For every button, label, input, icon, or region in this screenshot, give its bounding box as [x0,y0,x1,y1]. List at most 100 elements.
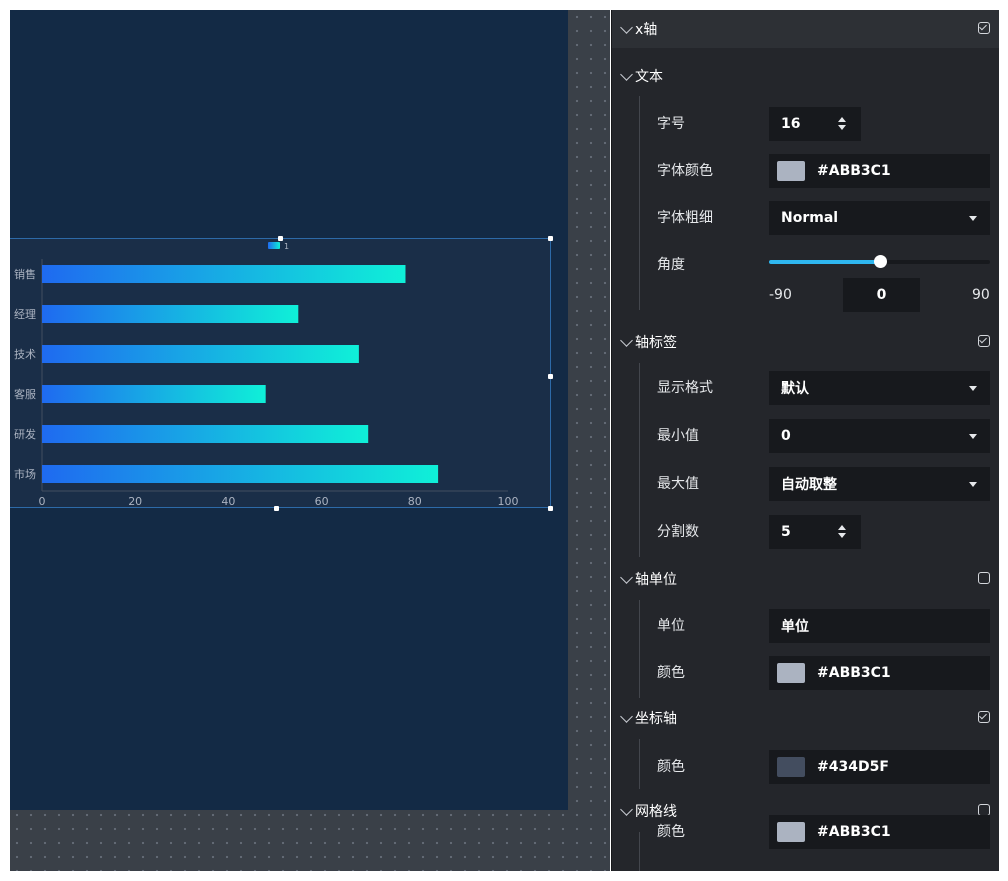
editor-canvas[interactable]: 1 销售 经理 技术 客服 研发 市场 0 20 40 60 80 100 [10,10,610,871]
category-label: 研发 [14,427,36,441]
font-color-value: #ABB3C1 [817,163,891,179]
chevron-down-icon [620,709,633,723]
unit-value: 单位 [781,619,809,635]
bar-4 [42,385,266,403]
resize-handle-bottom-right[interactable] [548,506,553,511]
bar-6 [42,465,439,483]
font-weight-label: 字体粗细 [657,210,713,226]
axis-unit-checkbox[interactable] [978,572,990,584]
color-swatch[interactable] [777,757,805,777]
angle-label: 角度 [657,257,685,273]
chevron-down-icon [620,67,633,81]
max-select[interactable]: 自动取整 [769,467,990,501]
font-size-label: 字号 [657,116,685,132]
slider-fill [769,260,880,264]
tree-guide-line [639,363,640,557]
color-swatch[interactable] [777,822,805,842]
x-tick-label: 60 [315,495,329,508]
font-color-label: 字体颜色 [657,163,713,179]
axis-color-picker[interactable]: #434D5F [769,750,990,784]
bar-chart: 1 销售经理技术客服研发市场 0 20 40 60 80 100 [14,242,519,508]
font-size-value: 16 [781,116,801,132]
angle-max: 90 [972,287,990,303]
stepper-arrows-icon[interactable] [837,116,847,132]
font-size-stepper[interactable]: 16 [769,107,861,141]
coord-axis-checkbox[interactable] [978,711,990,723]
caret-down-icon [969,216,977,221]
section-axis-label[interactable]: 轴标签 [612,323,999,361]
split-stepper[interactable]: 5 [769,515,861,549]
resize-handle-top[interactable] [278,236,283,241]
font-weight-select[interactable]: Normal [769,201,990,235]
format-value: 默认 [781,381,809,397]
resize-handle-bottom[interactable] [274,506,279,511]
x-tick-label: 80 [408,495,422,508]
slider-thumb[interactable] [873,255,887,268]
axis-color-value: #434D5F [817,759,889,775]
axis-label-checkbox[interactable] [978,335,990,347]
unit-label: 单位 [657,618,685,634]
section-text[interactable]: 文本 [612,57,999,95]
angle-value: 0 [876,287,887,303]
unit-input[interactable]: 单位 [769,609,990,643]
caret-down-icon [969,386,977,391]
bar-1 [42,265,406,283]
unit-color-label: 颜色 [657,665,685,681]
section-title: 文本 [635,69,663,85]
section-x-axis[interactable]: x轴 [612,10,999,48]
resize-handle-top-right[interactable] [548,236,553,241]
section-title: 轴标签 [635,335,677,351]
category-label: 销售 [14,267,36,281]
bar-5 [42,425,369,443]
font-color-picker[interactable]: #ABB3C1 [769,154,990,188]
tree-guide-line [639,739,640,789]
property-panel: x轴 文本 字号 16 字体颜色 #ABB3C1 字体粗细 Normal 角度 … [611,10,999,871]
split-label: 分割数 [657,524,699,540]
caret-down-icon [969,434,977,439]
angle-slider[interactable] [769,255,990,268]
section-axis-unit[interactable]: 轴单位 [612,560,999,598]
chevron-down-icon [620,20,633,34]
grid-color-picker[interactable]: #ABB3C1 [769,815,990,849]
caret-down-icon [969,482,977,487]
x-tick-label: 20 [128,495,142,508]
section-title: 坐标轴 [635,711,677,727]
stepper-arrows-icon[interactable] [837,524,847,540]
legend-swatch [268,242,280,249]
resize-handle-right[interactable] [548,374,553,379]
unit-color-value: #ABB3C1 [817,665,891,681]
color-swatch[interactable] [777,161,805,181]
format-select[interactable]: 默认 [769,371,990,405]
tree-guide-line [639,832,640,871]
font-weight-value: Normal [781,210,839,226]
split-value: 5 [781,524,791,540]
dashboard-screen[interactable]: 1 销售 经理 技术 客服 研发 市场 0 20 40 60 80 100 [10,10,568,810]
x-axis-checkbox[interactable] [978,22,990,34]
grid-color-label: 颜色 [657,824,685,840]
unit-color-picker[interactable]: #ABB3C1 [769,656,990,690]
x-tick-label: 0 [39,495,46,508]
max-label: 最大值 [657,476,699,492]
x-tick-label: 100 [498,495,519,508]
angle-input[interactable]: 0 [843,278,920,312]
section-title: x轴 [635,22,658,38]
category-label: 市场 [14,467,36,481]
min-label: 最小值 [657,428,699,444]
tree-guide-line [639,96,640,310]
bar-chart-widget[interactable]: 1 销售 经理 技术 客服 研发 市场 0 20 40 60 80 100 [10,236,553,511]
category-label: 客服 [14,387,36,401]
grid-color-value: #ABB3C1 [817,824,891,840]
legend-label: 1 [284,242,289,251]
angle-min: -90 [769,287,792,303]
min-select[interactable]: 0 [769,419,990,453]
bar-3 [42,345,359,363]
section-coord-axis[interactable]: 坐标轴 [612,699,999,737]
min-value: 0 [781,428,791,444]
section-title: 轴单位 [635,572,677,588]
axis-color-label: 颜色 [657,759,685,775]
format-label: 显示格式 [657,380,713,396]
chevron-down-icon [620,802,633,816]
max-value: 自动取整 [781,477,837,493]
bar-2 [42,305,299,323]
color-swatch[interactable] [777,663,805,683]
